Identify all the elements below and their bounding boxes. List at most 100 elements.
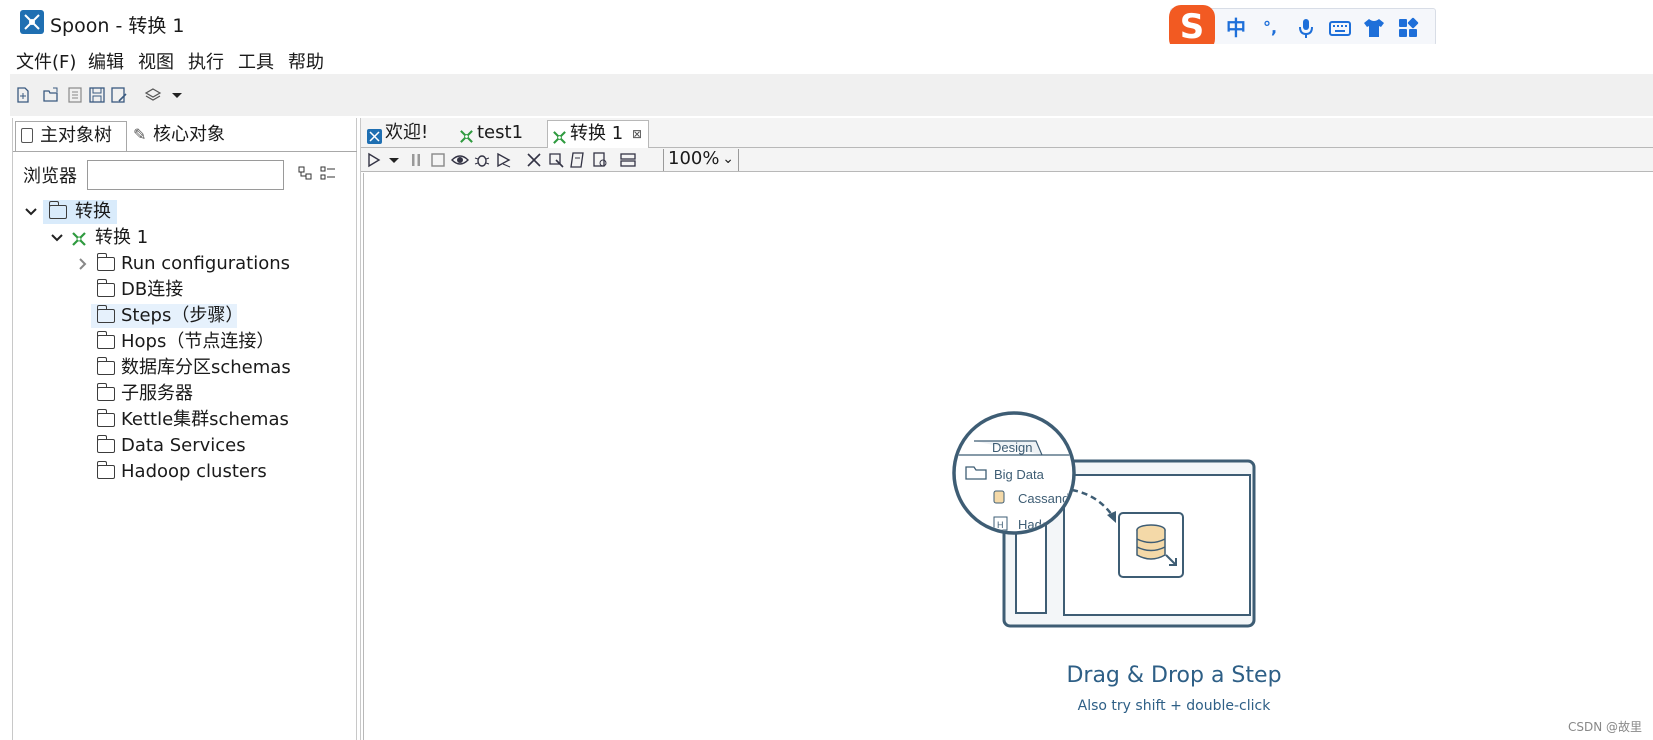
folder-icon bbox=[96, 305, 115, 323]
grid-icon[interactable] bbox=[1395, 15, 1421, 41]
folder-icon bbox=[96, 383, 115, 401]
impact-icon[interactable] bbox=[547, 151, 565, 169]
tab-welcome-label: 欢迎! bbox=[385, 122, 429, 143]
show-results-icon[interactable] bbox=[619, 151, 637, 169]
tab-welcome[interactable]: 欢迎! bbox=[363, 120, 449, 148]
drag-drop-illustration: Design Big Data Cassandr H Hadoop bbox=[952, 411, 1256, 628]
menu-bar: 文件(F) 编辑 视图 执行 工具 帮助 bbox=[10, 44, 1653, 74]
sql-icon[interactable] bbox=[569, 151, 587, 169]
menu-view[interactable]: 视图 bbox=[138, 48, 174, 74]
save-icon[interactable] bbox=[88, 86, 106, 104]
new-file-icon[interactable] bbox=[14, 86, 32, 104]
menu-edit[interactable]: 编辑 bbox=[88, 48, 124, 74]
spoon-logo-icon bbox=[367, 126, 382, 144]
folder-icon bbox=[96, 461, 115, 479]
close-icon[interactable]: ⊠ bbox=[632, 121, 642, 147]
shirt-icon[interactable] bbox=[1361, 15, 1387, 41]
expand-all-icon[interactable] bbox=[319, 164, 337, 182]
replay-icon[interactable] bbox=[495, 151, 513, 169]
stop-icon[interactable] bbox=[429, 151, 447, 169]
tab-core-objects[interactable]: ✎ 核心对象 bbox=[129, 121, 235, 151]
folder-icon bbox=[96, 279, 115, 297]
drop-hint-subtitle: Also try shift + double-click bbox=[1077, 698, 1271, 714]
pause-icon[interactable] bbox=[407, 151, 425, 169]
tab-core-objects-label: 核心对象 bbox=[153, 124, 225, 145]
chevron-down-icon[interactable] bbox=[168, 86, 186, 104]
tree-label: Steps（步骤） bbox=[121, 305, 244, 326]
tab-transformation-1-label: 转换 1 bbox=[570, 123, 624, 144]
chevron-down-icon[interactable] bbox=[49, 226, 65, 250]
preview-eye-icon[interactable] bbox=[451, 151, 469, 169]
transformation-canvas[interactable]: Design Big Data Cassandr H Hadoop Drag &… bbox=[363, 173, 1653, 740]
tree-label: Run configurations bbox=[121, 253, 291, 274]
pencil-icon: ✎ bbox=[133, 125, 147, 144]
folder-icon bbox=[48, 201, 67, 219]
mic-icon[interactable] bbox=[1293, 15, 1319, 41]
layers-icon[interactable] bbox=[144, 86, 162, 104]
explore-db-icon[interactable] bbox=[591, 151, 609, 169]
tab-main-tree[interactable]: 主对象树 bbox=[15, 121, 127, 151]
tree-label: Data Services bbox=[121, 435, 246, 456]
browser-search-input[interactable] bbox=[87, 160, 284, 190]
tree-label: DB连接 bbox=[121, 279, 184, 300]
folder-icon bbox=[96, 331, 115, 349]
tree-item-db-connections[interactable]: DB连接 bbox=[75, 278, 275, 302]
document-icon bbox=[21, 128, 33, 143]
spoon-window: Spoon - 转换 1 S 中 °, 文件(F) 编辑 视图 执行 工具 帮助 bbox=[0, 0, 1653, 740]
tree-item-transformation-1[interactable]: 转换 1 bbox=[49, 226, 189, 250]
chevron-right-icon[interactable] bbox=[75, 252, 91, 276]
tree-item-hops[interactable]: Hops（节点连接） bbox=[75, 330, 315, 354]
tree-item-cluster-schemas[interactable]: Kettle集群schemas bbox=[75, 408, 315, 432]
chevron-down-icon: ⌄ bbox=[722, 151, 734, 167]
folder-icon bbox=[96, 357, 115, 375]
menu-help[interactable]: 帮助 bbox=[288, 48, 324, 74]
menu-run[interactable]: 执行 bbox=[188, 48, 224, 74]
main-toolbar bbox=[10, 74, 1653, 116]
zoom-select[interactable]: 100% ⌄ bbox=[663, 149, 739, 171]
ime-chinese-mode[interactable]: 中 bbox=[1223, 15, 1249, 41]
tree-label: 转换 1 bbox=[95, 227, 149, 248]
transformation-icon bbox=[459, 126, 474, 143]
verify-icon[interactable] bbox=[525, 151, 543, 169]
folder-icon bbox=[96, 435, 115, 453]
explore-repo-icon[interactable] bbox=[66, 86, 84, 104]
tree-label: Hops（节点连接） bbox=[121, 331, 275, 352]
tab-test1-label: test1 bbox=[477, 122, 524, 143]
tree-label: Hadoop clusters bbox=[121, 461, 267, 482]
ime-toolbar: S 中 °, bbox=[1169, 5, 1436, 51]
tab-test1[interactable]: test1 bbox=[455, 120, 539, 148]
tree-item-data-services[interactable]: Data Services bbox=[75, 434, 275, 458]
tree-label: Kettle集群schemas bbox=[121, 409, 289, 430]
tree-label: 子服务器 bbox=[121, 383, 193, 404]
tab-transformation-1[interactable]: 转换 1 ⊠ bbox=[547, 120, 649, 148]
watermark: CSDN @故里 bbox=[1568, 720, 1643, 734]
zoom-value: 100% bbox=[668, 148, 720, 169]
tree-item-transformation[interactable]: 转换 bbox=[23, 200, 123, 224]
ime-punctuation[interactable]: °, bbox=[1257, 15, 1283, 41]
menu-tools[interactable]: 工具 bbox=[238, 48, 274, 74]
tree-label: 数据库分区schemas bbox=[121, 357, 291, 378]
tree-label: 转换 bbox=[75, 201, 111, 222]
illustration-design-tab: Design bbox=[992, 440, 1032, 455]
chevron-down-icon[interactable] bbox=[23, 200, 39, 224]
open-folder-icon[interactable] bbox=[42, 86, 60, 104]
tree-item-hadoop-clusters[interactable]: Hadoop clusters bbox=[75, 460, 275, 484]
transformation-icon bbox=[71, 230, 87, 246]
title-bar: Spoon - 转换 1 S 中 °, bbox=[0, 0, 1653, 51]
debug-icon[interactable] bbox=[473, 151, 491, 169]
collapse-all-icon[interactable] bbox=[297, 164, 315, 182]
drop-hint-title: Drag & Drop a Step bbox=[1066, 663, 1282, 688]
tree-item-partition-schemas[interactable]: 数据库分区schemas bbox=[75, 356, 315, 380]
keyboard-icon[interactable] bbox=[1327, 15, 1353, 41]
menu-file[interactable]: 文件(F) bbox=[16, 48, 76, 74]
editor-tab-bar: 欢迎! test1 转换 1 ⊠ bbox=[361, 118, 1653, 148]
transformation-toolbar: 100% ⌄ bbox=[361, 148, 1653, 172]
folder-icon bbox=[96, 253, 115, 271]
run-icon[interactable] bbox=[365, 151, 383, 169]
left-tab-bar: 主对象树 ✎ 核心对象 bbox=[13, 118, 357, 152]
save-as-icon[interactable] bbox=[110, 86, 128, 104]
tree-item-steps[interactable]: Steps（步骤） bbox=[75, 304, 275, 328]
tree-item-slave-servers[interactable]: 子服务器 bbox=[75, 382, 275, 406]
tree-item-run-configurations[interactable]: Run configurations bbox=[75, 252, 315, 276]
chevron-down-icon[interactable] bbox=[385, 151, 403, 169]
